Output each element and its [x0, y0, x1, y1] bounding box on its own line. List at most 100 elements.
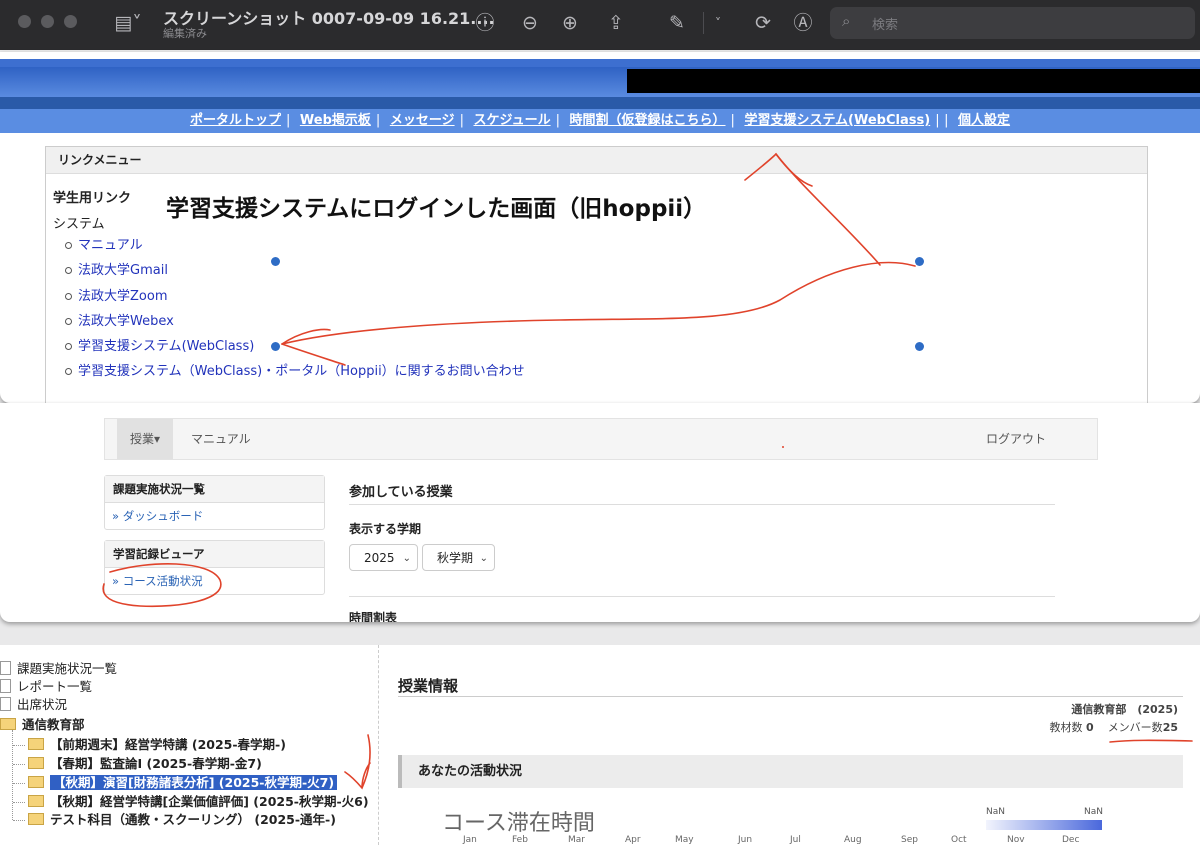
toolbar-divider: [703, 12, 704, 34]
folder-icon: [0, 718, 16, 730]
sidebar-toggle-icon[interactable]: ▤˅: [108, 10, 148, 36]
heatmap-legend: [986, 820, 1102, 830]
month-label: Jul: [790, 835, 801, 845]
zoom-in-icon[interactable]: ⊕: [557, 10, 583, 36]
month-label: Dec: [1062, 835, 1080, 845]
tab-manual[interactable]: マニュアル: [191, 419, 251, 459]
selection-handle[interactable]: [915, 342, 924, 351]
folder-icon: [28, 795, 44, 807]
markup-pen-icon[interactable]: ✎: [664, 10, 690, 36]
link-menu-title: リンクメニュー: [46, 147, 1147, 174]
document-title: スクリーンショット 0007-09-09 16.21....: [163, 9, 495, 28]
list-item: 法政大学Gmail: [63, 258, 525, 283]
minimize-window-button[interactable]: [41, 15, 54, 28]
timetable-title: 時間割表: [349, 611, 398, 622]
month-label: Jan: [463, 835, 477, 845]
webclass-screenshot: 授業▾ マニュアル ログアウト 課題実施状況一覧 » ダッシュボード 学習記録ビ…: [0, 403, 1200, 622]
month-label: Sep: [901, 835, 918, 845]
tree-folder-selected[interactable]: 【秋期】演習[財務諸表分析] (2025-秋学期-火7): [28, 774, 338, 792]
nav-bulletin[interactable]: Web掲示板: [300, 113, 371, 128]
selection-handle[interactable]: [271, 342, 280, 351]
selection-handle[interactable]: [915, 257, 924, 266]
search-field[interactable]: ⌕ 検索: [830, 7, 1195, 39]
department-label: 通信教育部 (2025): [1071, 703, 1178, 716]
tree-item[interactable]: レポート一覧: [0, 678, 92, 696]
redacted-area: [627, 69, 1200, 93]
nav-schedule[interactable]: スケジュール: [473, 113, 550, 128]
link-webex[interactable]: 法政大学Webex: [78, 314, 174, 329]
list-item: 学習支援システム（WebClass)・ポータル（Hoppii）に関するお問い合わ…: [63, 359, 525, 384]
header-stripe: [0, 59, 1200, 67]
list-item: マニュアル: [63, 233, 525, 258]
portal-screenshot: ポータルトップ | Web掲示板 | メッセージ | スケジュール | 時間割（仮登録は…: [0, 52, 1200, 403]
term-select[interactable]: 秋学期 ⌄: [422, 544, 495, 571]
folder-icon: [28, 776, 44, 788]
course-info-title: 授業情報: [398, 677, 459, 695]
link-list: マニュアル 法政大学Gmail 法政大学Zoom 法政大学Webex 学習支援シ…: [63, 233, 525, 385]
learning-record-title: 学習記録ビューア: [105, 541, 324, 568]
tab-classes[interactable]: 授業▾: [117, 419, 174, 459]
month-label: Mar: [568, 835, 585, 845]
assignment-status-title: 課題実施状況一覧: [105, 476, 324, 503]
year-select[interactable]: 2025 ⌄: [349, 544, 418, 571]
legend-min-label: NaN: [986, 807, 1005, 817]
activity-section-header: あなたの活動状況: [398, 755, 1183, 788]
tree-folder[interactable]: 【秋期】経営学特講[企業価値評価] (2025-秋学期-火6): [28, 793, 369, 811]
close-window-button[interactable]: [18, 15, 31, 28]
tree-connector: [13, 764, 25, 765]
student-links-heading: 学生用リンク: [53, 191, 132, 206]
month-label: Feb: [512, 835, 528, 845]
annotate-icon[interactable]: Ⓐ: [790, 10, 816, 36]
year-value: 2025: [364, 551, 395, 565]
divider: [349, 596, 1055, 597]
nav-timetable[interactable]: 時間割（仮登録はこちら）: [570, 113, 726, 128]
document-icon: [0, 661, 11, 675]
tree-folder[interactable]: 【春期】監査論I (2025-春学期-金7): [28, 755, 262, 773]
divider: [398, 696, 1183, 697]
zoom-out-icon[interactable]: ⊖: [517, 10, 543, 36]
members-label: メンバー数: [1107, 721, 1163, 734]
folder-icon: [28, 738, 44, 750]
tree-connector: [13, 783, 25, 784]
rotate-icon[interactable]: ⟳: [750, 10, 776, 36]
link-zoom[interactable]: 法政大学Zoom: [78, 289, 167, 304]
chevron-down-icon[interactable]: ˅: [710, 10, 726, 36]
divider: [349, 504, 1055, 505]
nav-portal-top[interactable]: ポータルトップ: [190, 113, 281, 128]
portal-nav: ポータルトップ | Web掲示板 | メッセージ | スケジュール | 時間割（仮登録は…: [0, 109, 1200, 133]
zoom-window-button[interactable]: [64, 15, 77, 28]
logout-link[interactable]: ログアウト: [986, 419, 1046, 459]
materials-label: 教材数: [1049, 721, 1083, 734]
course-tree: 課題実施状況一覧 レポート一覧 出席状況 通信教育部 【前期週末】経営学特講 (…: [0, 645, 379, 845]
search-placeholder: 検索: [872, 18, 899, 33]
info-icon[interactable]: ⓘ: [472, 10, 498, 36]
tree-folder[interactable]: 【前期週末】経営学特講 (2025-春学期-): [28, 736, 286, 754]
link-manual[interactable]: マニュアル: [78, 238, 143, 253]
share-icon[interactable]: ⇪: [603, 10, 629, 36]
month-label: Oct: [951, 835, 967, 845]
selection-handle[interactable]: [271, 257, 280, 266]
folder-icon: [28, 813, 44, 825]
nav-message[interactable]: メッセージ: [390, 113, 455, 128]
month-label: Jun: [738, 835, 753, 845]
course-activity-link[interactable]: » コース活動状況: [112, 574, 203, 588]
members-count: 25: [1162, 721, 1178, 734]
nav-webclass[interactable]: 学習支援システム(WebClass): [744, 113, 930, 128]
chevron-down-icon: ⌄: [479, 553, 488, 564]
document-icon: [0, 679, 11, 693]
tree-item[interactable]: 出席状況: [0, 696, 67, 714]
tree-folder[interactable]: テスト科目（通教・スクーリング） (2025-通年-): [28, 811, 336, 829]
course-screenshot: 課題実施状況一覧 レポート一覧 出席状況 通信教育部 【前期週末】経営学特講 (…: [0, 645, 1200, 845]
list-item: 法政大学Zoom: [63, 284, 525, 309]
list-item: 学習支援システム(WebClass): [63, 334, 525, 359]
dashboard-link[interactable]: » ダッシュボード: [112, 509, 203, 523]
tree-item[interactable]: 課題実施状況一覧: [0, 660, 117, 678]
month-label: May: [675, 835, 694, 845]
preview-toolbar: ▤˅ スクリーンショット 0007-09-09 16.21.... 編集済み ⓘ…: [0, 0, 1200, 50]
link-inquiry[interactable]: 学習支援システム（WebClass)・ポータル（Hoppii）に関するお問い合わ…: [78, 364, 525, 379]
document-icon: [0, 697, 11, 711]
link-gmail[interactable]: 法政大学Gmail: [78, 263, 168, 278]
folder-icon: [28, 757, 44, 769]
link-webclass[interactable]: 学習支援システム(WebClass): [78, 339, 254, 354]
nav-personal-settings[interactable]: 個人設定: [958, 113, 1010, 128]
